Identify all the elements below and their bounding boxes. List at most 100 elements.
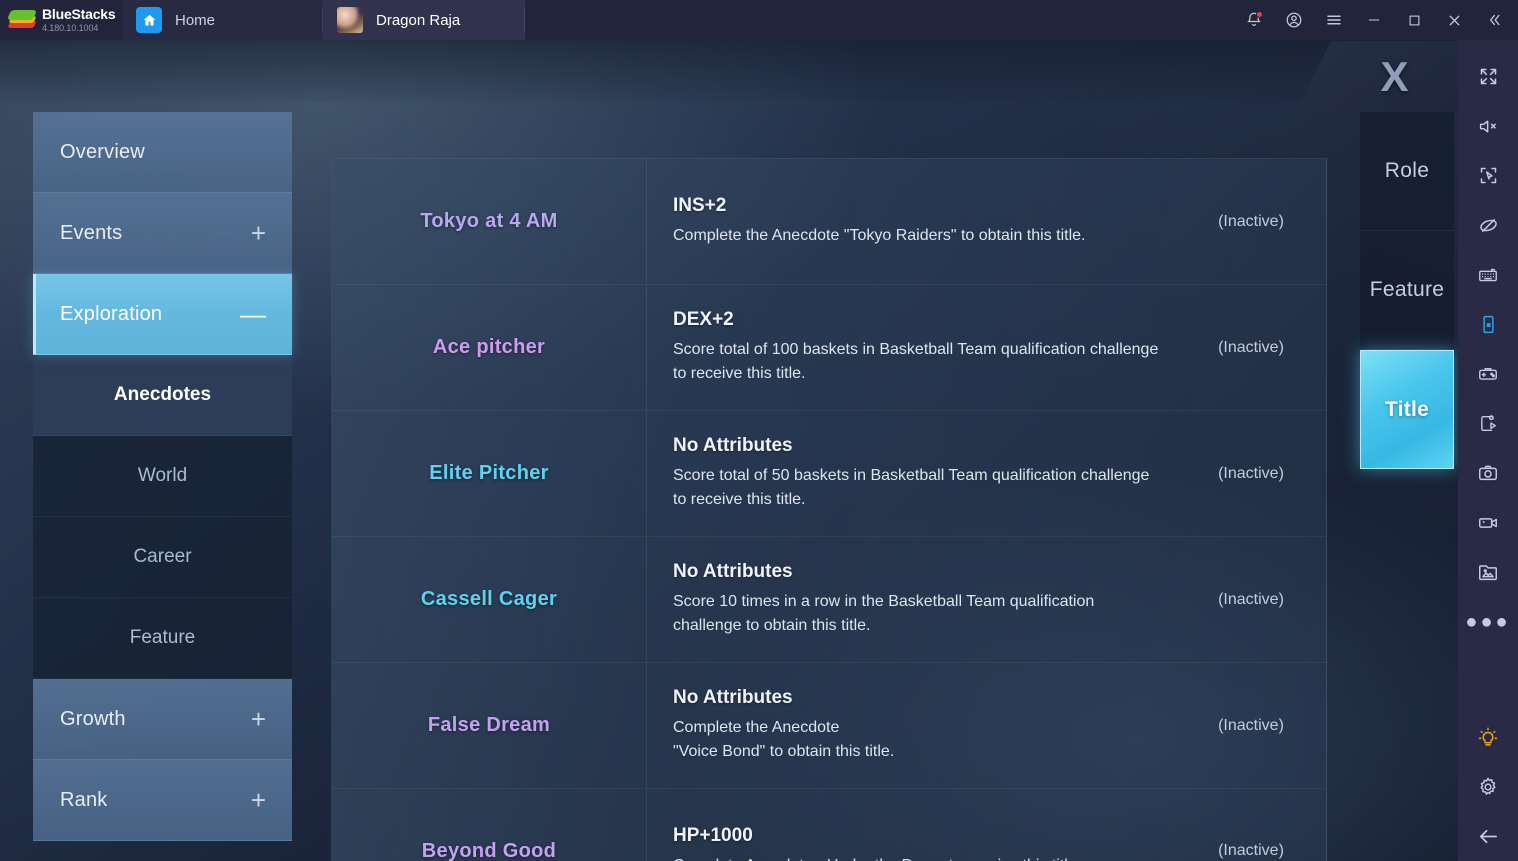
gamepad-icon[interactable] [1458, 349, 1518, 399]
expand-plus-icon: + [250, 704, 266, 734]
tab-home[interactable]: Home [122, 0, 323, 40]
status-badge: (Inactive) [1218, 590, 1284, 608]
script-play-icon[interactable] [1458, 399, 1518, 449]
record-video-icon[interactable] [1458, 498, 1518, 548]
tab-role-label: Role [1384, 159, 1430, 182]
bluestacks-logo-icon [6, 9, 38, 31]
notifications-button[interactable] [1234, 0, 1274, 40]
eye-off-icon[interactable] [1458, 201, 1518, 251]
title-name-cell: Ace pitcher [332, 285, 647, 410]
tab-title-label: Title [1384, 397, 1430, 421]
title-name: Cassell Cager [420, 588, 558, 610]
fullscreen-icon[interactable] [1458, 52, 1518, 102]
title-detail-cell: HP+1000 Complete Anecdote - Under the Dom… [647, 789, 1176, 861]
maximize-button[interactable] [1394, 0, 1434, 40]
title-name-cell: Elite Pitcher [332, 411, 647, 536]
game-avatar-icon [337, 7, 363, 33]
menu-button[interactable] [1314, 0, 1354, 40]
sidebar-item-anecdotes[interactable]: Anecdotes [33, 355, 292, 436]
title-list[interactable]: Tokyo at 4 AM INS+2 Complete the Anecdote … [331, 158, 1327, 861]
title-detail-cell: No Attributes Complete the Anecdote "Voic… [647, 663, 1176, 788]
mute-icon[interactable] [1458, 102, 1518, 152]
title-name-cell: Cassell Cager [332, 537, 647, 662]
title-detail-cell: No Attributes Score 10 times in a row in … [647, 537, 1176, 662]
title-description: Score total of 100 baskets in Basketball… [673, 341, 1159, 382]
window-controls [1234, 0, 1518, 40]
collapse-sidebar-button[interactable] [1474, 0, 1514, 40]
table-row[interactable]: Tokyo at 4 AM INS+2 Complete the Anecdote … [331, 158, 1327, 284]
title-name: Tokyo at 4 AM [420, 210, 558, 232]
tab-title[interactable]: Title [1360, 350, 1454, 469]
sidebar-item-rank[interactable]: Rank + [33, 760, 292, 841]
settings-gear-icon[interactable] [1458, 762, 1518, 812]
sidebar-item-label: Overview [60, 140, 145, 163]
title-description: Complete Anecdote - Under the Dome to re… [673, 854, 1160, 861]
panel-top-strip [0, 40, 1458, 102]
sidebar-item-career[interactable]: Career [33, 517, 292, 598]
title-name: Ace pitcher [432, 336, 546, 358]
sidebar-item-label: Growth [60, 707, 126, 730]
title-description: Complete the Anecdote "Tokyo Raiders" to… [673, 227, 1086, 244]
title-name: False Dream [427, 714, 551, 736]
sidebar-item-overview[interactable]: Overview [33, 112, 292, 193]
sidebar-item-label: Rank [60, 788, 108, 811]
brand-text: BlueStacks 4.180.10.1004 [42, 7, 116, 33]
tab-feature[interactable]: Feature [1360, 231, 1454, 350]
title-description: Complete the Anecdote "Voice Bond" to ob… [673, 719, 895, 760]
tab-dragon-raja-label: Dragon Raja [376, 11, 461, 29]
close-panel-label: X [1380, 52, 1409, 100]
table-row[interactable]: Cassell Cager No Attributes Score 10 times… [331, 536, 1327, 662]
title-attribute: No Attributes [673, 687, 793, 708]
table-row[interactable]: Beyond Good HP+1000 Complete Anecdote - Un… [331, 788, 1327, 861]
sidebar-item-growth[interactable]: Growth + [33, 679, 292, 760]
sidebar-item-label: World [137, 465, 188, 486]
tab-role[interactable]: Role [1360, 112, 1454, 231]
title-attribute: DEX+2 [673, 309, 734, 330]
sidebar-item-exploration[interactable]: Exploration — [33, 274, 292, 355]
bluestacks-sidebar-toolbar: ●●● [1458, 40, 1518, 861]
more-options-icon[interactable]: ●●● [1458, 597, 1518, 647]
minimize-button[interactable] [1354, 0, 1394, 40]
title-detail-cell: No Attributes Score total of 50 baskets i… [647, 411, 1176, 536]
title-name-cell: Beyond Good [332, 789, 647, 861]
home-icon [136, 7, 162, 33]
title-name: Beyond Good [421, 839, 557, 861]
tab-dragon-raja[interactable]: Dragon Raja [323, 0, 525, 40]
keyboard-controls-icon[interactable] [1458, 250, 1518, 300]
title-attribute: INS+2 [673, 195, 727, 216]
window-titlebar: BlueStacks 4.180.10.1004 Home Dragon Raj… [0, 0, 1518, 40]
sidebar-item-feature[interactable]: Feature [33, 598, 292, 679]
status-cell: (Inactive) [1176, 537, 1326, 662]
tab-feature-label: Feature [1369, 278, 1445, 301]
category-tabs: Role Feature Title [1360, 112, 1454, 469]
status-cell: (Inactive) [1176, 789, 1326, 861]
multi-point-tap-icon[interactable] [1458, 151, 1518, 201]
table-row[interactable]: Elite Pitcher No Attributes Score total of… [331, 410, 1327, 536]
title-name-cell: False Dream [332, 663, 647, 788]
sidebar-item-world[interactable]: World [33, 436, 292, 517]
back-arrow-icon[interactable] [1458, 811, 1518, 861]
sidebar-item-label: Events [60, 221, 123, 244]
expand-plus-icon: + [250, 785, 266, 815]
status-badge: (Inactive) [1218, 338, 1284, 356]
brand-version: 4.180.10.1004 [42, 23, 99, 33]
lightbulb-icon[interactable] [1458, 712, 1518, 762]
status-cell: (Inactive) [1176, 159, 1326, 284]
close-button[interactable] [1434, 0, 1474, 40]
collapse-minus-icon: — [240, 299, 266, 329]
table-row[interactable]: Ace pitcher DEX+2 Score total of 100 baske… [331, 284, 1327, 410]
sidebar-item-label: Anecdotes [113, 384, 212, 405]
status-cell: (Inactive) [1176, 411, 1326, 536]
table-row[interactable]: False Dream No Attributes Complete the Ane… [331, 662, 1327, 788]
status-badge: (Inactive) [1218, 716, 1284, 734]
account-button[interactable] [1274, 0, 1314, 40]
media-manager-icon[interactable] [1458, 547, 1518, 597]
rotate-screen-icon[interactable] [1458, 300, 1518, 350]
title-attribute: HP+1000 [673, 824, 753, 846]
game-viewport: X Overview Events + Exploration — Anecdo… [0, 40, 1458, 861]
sidebar-item-events[interactable]: Events + [33, 193, 292, 274]
bluestacks-brand: BlueStacks 4.180.10.1004 [0, 0, 122, 40]
sidebar-item-label: Career [133, 546, 192, 567]
left-nav: Overview Events + Exploration — Anecdote… [33, 112, 292, 841]
screenshot-icon[interactable] [1458, 448, 1518, 498]
